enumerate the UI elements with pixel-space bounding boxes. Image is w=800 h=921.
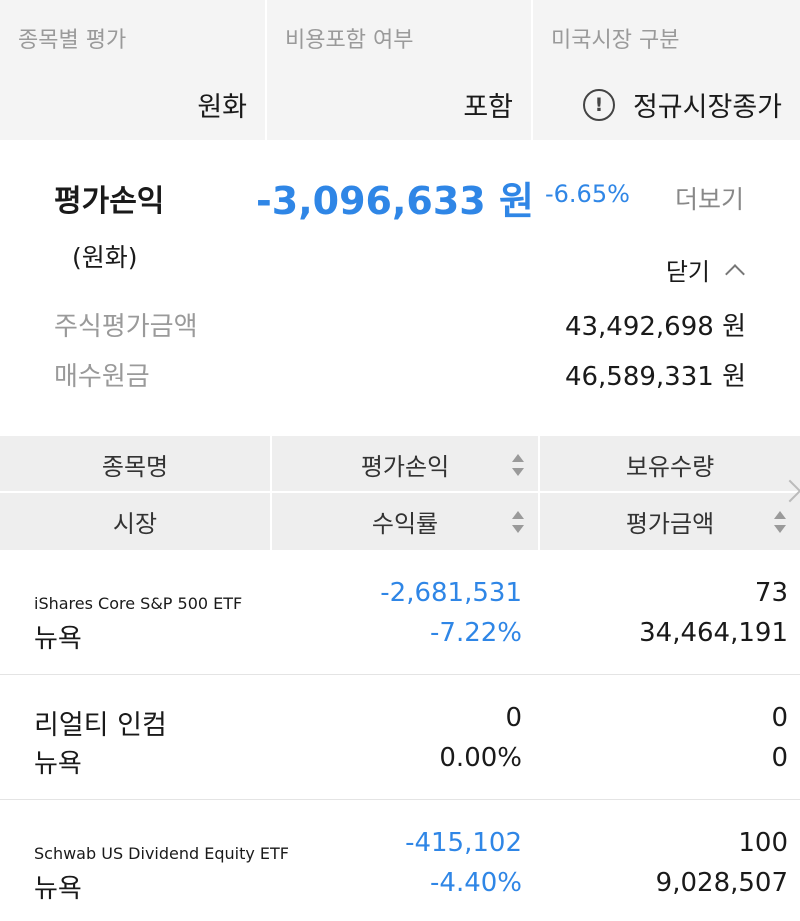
summary-row: 매수원금 46,589,331 원 (54, 354, 746, 394)
stock-eval-amount: 0 (771, 743, 788, 773)
column-header-market: 시장 (0, 493, 272, 550)
summary-amount: -3,096,633 원 (256, 179, 534, 223)
table-row[interactable]: iShares Core S&P 500 ETF 뉴욕 -2,681,531 -… (0, 550, 800, 675)
close-label: 닫기 (665, 258, 710, 286)
filter-label: 미국시장 구분 (551, 28, 680, 53)
column-header-label: 보유수량 (625, 453, 715, 481)
column-header-label: 시장 (112, 510, 158, 538)
stock-market: 뉴욕 (34, 749, 82, 779)
stock-quantity: 100 (738, 828, 788, 858)
stock-quantity: 0 (771, 703, 788, 733)
stock-profit: -415,102 (405, 828, 522, 858)
holdings-list: iShares Core S&P 500 ETF 뉴욕 -2,681,531 -… (0, 550, 800, 921)
filter-label: 종목별 평가 (18, 28, 127, 53)
chevron-up-icon (725, 263, 745, 284)
more-button[interactable]: 더보기 (675, 180, 744, 216)
filter-value-wrap: ! 정규시장종가 (582, 85, 782, 124)
summary-title: 평가손익 (54, 184, 165, 219)
column-header-label: 종목명 (101, 453, 169, 481)
close-button[interactable]: 닫기 (665, 252, 745, 287)
stock-name: Schwab US Dividend Equity ETF (34, 844, 290, 863)
column-header-eval-amount[interactable]: 평가금액 (540, 493, 800, 550)
table-row[interactable]: 리얼티 인컴 뉴욕 0 0.00% 0 0 (0, 675, 800, 800)
filter-valuation-currency[interactable]: 종목별 평가 원화 (0, 0, 267, 140)
column-header-label: 평가손익 (360, 453, 450, 481)
stock-return: 0.00% (439, 743, 522, 773)
info-icon[interactable]: ! (582, 88, 615, 121)
stock-profit: -2,681,531 (380, 578, 522, 608)
stock-market: 뉴욕 (34, 624, 82, 654)
profit-summary: 평가손익 -3,096,633 원 -6.65% 더보기 (원화) 닫기 주식평… (0, 140, 800, 436)
stock-eval-amount: 9,028,507 (655, 868, 788, 898)
table-row[interactable]: Schwab US Dividend Equity ETF 뉴욕 -415,10… (0, 800, 800, 921)
column-header-name: 종목명 (0, 436, 272, 493)
stock-name: iShares Core S&P 500 ETF (34, 594, 243, 613)
sort-icon[interactable] (512, 510, 524, 533)
filter-bar: 종목별 평가 원화 비용포함 여부 포함 미국시장 구분 ! 정규시장종가 (0, 0, 800, 140)
summary-row-value: 43,492,698 원 (564, 311, 746, 342)
column-header-return[interactable]: 수익률 (272, 493, 540, 550)
stock-market: 뉴욕 (34, 874, 82, 904)
table-header-row: 시장 수익률 평가금액 (0, 493, 800, 550)
summary-row-label: 주식평가금액 (54, 311, 198, 342)
column-header-label: 평가금액 (625, 510, 715, 538)
filter-value: 포함 (463, 92, 513, 123)
stock-quantity: 73 (754, 578, 788, 608)
filter-us-market[interactable]: 미국시장 구분 ! 정규시장종가 (533, 0, 800, 140)
filter-include-fees[interactable]: 비용포함 여부 포함 (267, 0, 533, 140)
summary-row-value: 46,589,331 원 (564, 361, 746, 392)
stock-profit: 0 (505, 703, 522, 733)
column-header-profit[interactable]: 평가손익 (272, 436, 540, 493)
column-header-quantity: 보유수량 (540, 436, 800, 493)
summary-subtitle: (원화) (72, 243, 138, 272)
stock-return: -7.22% (430, 618, 522, 648)
filter-label: 비용포함 여부 (285, 28, 414, 53)
stock-return: -4.40% (430, 868, 522, 898)
sort-icon[interactable] (774, 510, 786, 533)
table-header: 종목명 평가손익 보유수량 시장 수익률 평가금액 (0, 436, 800, 550)
sort-icon[interactable] (512, 453, 524, 476)
filter-value: 원화 (197, 92, 247, 123)
filter-value: 정규시장종가 (632, 92, 782, 123)
table-header-row: 종목명 평가손익 보유수량 (0, 436, 800, 493)
summary-rate: -6.65% (545, 180, 630, 208)
summary-row-label: 매수원금 (54, 361, 150, 392)
column-header-label: 수익률 (371, 510, 439, 538)
summary-row: 주식평가금액 43,492,698 원 (54, 304, 746, 344)
stock-name: 리얼티 인컴 (34, 710, 167, 741)
stock-eval-amount: 34,464,191 (639, 618, 788, 648)
